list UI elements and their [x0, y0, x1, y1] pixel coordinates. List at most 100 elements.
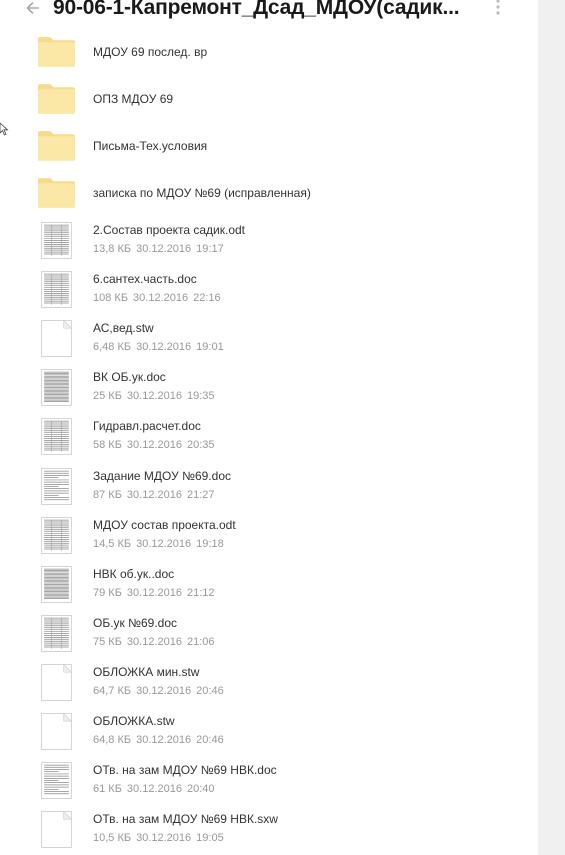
file-name: ОТв. на зам МДОУ №69 НВК.doc: [93, 763, 277, 777]
file-row[interactable]: 2.Состав проекта садик.odt 13,8 КБ 30.12.2…: [38, 218, 518, 264]
file-name: ОБ.ук №69.doc: [93, 616, 178, 630]
file-meta: 6,48 КБ 30.12.2016 19:01: [93, 341, 224, 353]
file-date: 30.12.2016: [136, 538, 192, 550]
file-row[interactable]: ОБЛОЖКА мин.stw 64,7 КБ 30.12.2016 20:46: [38, 660, 518, 706]
document-thumbnail: [41, 271, 75, 313]
back-arrow-icon[interactable]: [24, 0, 42, 17]
file-row[interactable]: НВК об.ук..doc 79 КБ 30.12.2016 21:12: [38, 562, 518, 608]
file-row[interactable]: МДОУ состав проекта.odt 14,5 КБ 30.12.2016…: [38, 513, 518, 559]
file-time: 19:05: [196, 832, 224, 844]
more-options-icon[interactable]: [495, 0, 501, 16]
file-row[interactable]: 6.сантех.часть.doc 108 КБ 30.12.2016 22:16: [38, 267, 518, 313]
file-size: 10,5 КБ: [93, 832, 132, 844]
document-icon: [41, 663, 75, 706]
document-icon: [41, 810, 75, 853]
file-time: 22:16: [193, 292, 221, 304]
folder-icon: [38, 36, 75, 72]
document-thumbnail: [41, 566, 75, 608]
file-size: 108 КБ: [93, 292, 129, 304]
header: 90-06-1-Капремонт_Дсад_МДОУ(садик...: [0, 0, 538, 22]
folder-name: ОПЗ МДОУ 69: [93, 92, 174, 106]
file-row[interactable]: ОТв. на зам МДОУ №69 НВК.sxw 10,5 КБ 30.12…: [38, 807, 518, 853]
folder-title: 90-06-1-Капремонт_Дсад_МДОУ(садик...: [53, 0, 460, 19]
file-name: ОТв. на зам МДОУ №69 НВК.sxw: [93, 812, 278, 826]
file-meta: 14,5 КБ 30.12.2016 19:18: [93, 538, 224, 550]
document-thumbnail: [41, 418, 75, 460]
file-row[interactable]: ОБЛОЖКА.stw 64,8 КБ 30.12.2016 20:46: [38, 709, 518, 755]
file-date: 30.12.2016: [126, 587, 182, 599]
file-time: 19:35: [186, 390, 215, 402]
file-name: ОБЛОЖКА мин.stw: [93, 665, 200, 679]
file-size: 64,8 КБ: [93, 734, 132, 746]
file-time: 19:01: [196, 341, 224, 353]
file-time: 21:06: [186, 636, 215, 648]
folder-icon: [38, 130, 75, 166]
file-meta: 64,8 КБ 30.12.2016 20:46: [93, 734, 224, 746]
folder-row[interactable]: Письма-Тех.условия: [38, 123, 518, 169]
file-meta: 108 КБ 30.12.2016 22:16: [93, 292, 221, 304]
document-thumbnail: [41, 222, 75, 264]
file-row[interactable]: ОБ.ук №69.doc 75 КБ 30.12.2016 21:06: [38, 611, 518, 657]
folder-row[interactable]: МДОУ 69 послед. вр: [38, 29, 518, 75]
file-row[interactable]: Гидравл.расчет.doc 58 КБ 30.12.2016 20:35: [38, 414, 518, 460]
folder-name: Письма-Тех.условия: [93, 139, 208, 153]
file-meta: 58 КБ 30.12.2016 20:35: [93, 439, 215, 451]
file-size: 61 КБ: [93, 783, 122, 795]
file-time: 21:27: [186, 489, 215, 501]
file-name: Задание МДОУ №69.doc: [93, 469, 231, 483]
file-time: 21:12: [186, 587, 215, 599]
file-size: 79 КБ: [93, 587, 122, 599]
folder-icon: [38, 177, 75, 213]
file-name: 2.Состав проекта садик.odt: [93, 223, 246, 237]
file-date: 30.12.2016: [136, 243, 192, 255]
file-meta: 75 КБ 30.12.2016 21:06: [93, 636, 215, 648]
file-time: 20:46: [196, 734, 224, 746]
file-row[interactable]: ОТв. на зам МДОУ №69 НВК.doc 61 КБ 30.12.2…: [38, 758, 518, 804]
file-name: АС,вед.stw: [93, 321, 154, 335]
document-thumbnail: [41, 762, 75, 804]
folder-name: МДОУ 69 послед. вр: [93, 45, 208, 59]
mouse-cursor-icon: [0, 122, 9, 136]
folder-icon: [38, 83, 75, 119]
file-meta: 87 КБ 30.12.2016 21:27: [93, 489, 215, 501]
file-name: 6.сантех.часть.doc: [93, 272, 197, 286]
file-size: 58 КБ: [93, 439, 122, 451]
file-name: НВК об.ук..doc: [93, 567, 175, 581]
file-date: 30.12.2016: [126, 783, 182, 795]
file-meta: 61 КБ 30.12.2016 20:40: [93, 783, 215, 795]
file-time: 20:46: [196, 685, 224, 697]
document-icon: [41, 319, 75, 362]
file-time: 20:35: [186, 439, 215, 451]
file-name: ОБЛОЖКА.stw: [93, 714, 175, 728]
file-date: 30.12.2016: [133, 292, 189, 304]
file-meta: 25 КБ 30.12.2016 19:35: [93, 390, 215, 402]
file-size: 25 КБ: [93, 390, 122, 402]
file-date: 30.12.2016: [126, 489, 182, 501]
folder-row[interactable]: записка по МДОУ №69 (исправленная): [38, 170, 518, 216]
file-name: ВК ОБ.ук.doc: [93, 370, 166, 384]
file-name: Гидравл.расчет.doc: [93, 419, 201, 433]
file-date: 30.12.2016: [126, 390, 182, 402]
file-time: 19:18: [196, 538, 224, 550]
file-date: 30.12.2016: [136, 832, 192, 844]
document-thumbnail: [41, 517, 75, 559]
file-row[interactable]: ВК ОБ.ук.doc 25 КБ 30.12.2016 19:35: [38, 365, 518, 411]
file-date: 30.12.2016: [136, 685, 192, 697]
file-meta: 79 КБ 30.12.2016 21:12: [93, 587, 215, 599]
document-thumbnail: [41, 369, 75, 411]
file-size: 6,48 КБ: [93, 341, 132, 353]
file-meta: 64,7 КБ 30.12.2016 20:46: [93, 685, 224, 697]
file-row[interactable]: АС,вед.stw 6,48 КБ 30.12.2016 19:01: [38, 316, 518, 362]
file-date: 30.12.2016: [126, 439, 182, 451]
file-row[interactable]: Задание МДОУ №69.doc 87 КБ 30.12.2016 21:27: [38, 464, 518, 510]
file-date: 30.12.2016: [126, 636, 182, 648]
scroll-area-strip: [538, 0, 565, 855]
document-thumbnail: [41, 468, 75, 510]
file-size: 13,8 КБ: [93, 243, 132, 255]
document-thumbnail: [41, 615, 75, 657]
folder-name: записка по МДОУ №69 (исправленная): [93, 186, 311, 200]
file-name: МДОУ состав проекта.odt: [93, 518, 236, 532]
folder-row[interactable]: ОПЗ МДОУ 69: [38, 76, 518, 122]
file-size: 14,5 КБ: [93, 538, 132, 550]
file-date: 30.12.2016: [136, 734, 192, 746]
